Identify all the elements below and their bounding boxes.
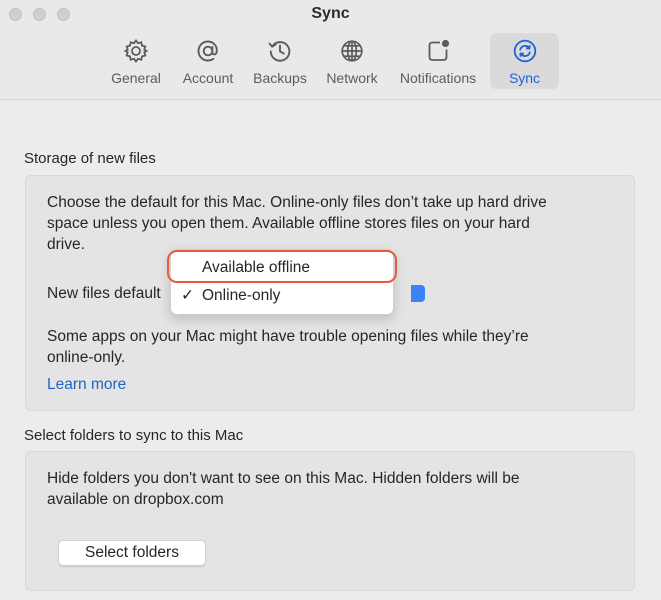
gear-icon xyxy=(123,38,149,64)
folders-description-line-1: Hide folders you don't want to see on th… xyxy=(47,470,520,487)
menu-item-label: Online-only xyxy=(202,287,281,304)
storage-description-line-1: Choose the default for this Mac. Online-… xyxy=(47,194,547,211)
storage-warning-line-1: Some apps on your Mac might have trouble… xyxy=(47,328,529,345)
tab-network[interactable]: Network xyxy=(320,33,384,89)
tab-general[interactable]: General xyxy=(104,33,168,89)
tab-label: Account xyxy=(182,70,234,86)
storage-section-title: Storage of new files xyxy=(24,150,156,167)
storage-description-line-2: space unless you open them. Available of… xyxy=(47,215,530,232)
checkmark-icon: ✓ xyxy=(181,287,194,304)
new-files-default-label: New files default xyxy=(47,285,161,302)
title-bar: Sync General Account Backups Network Not… xyxy=(0,0,661,100)
sync-icon xyxy=(513,39,536,63)
tab-backups[interactable]: Backups xyxy=(248,33,312,89)
tab-label: Sync xyxy=(508,70,541,86)
globe-icon xyxy=(341,40,363,62)
notification-badge-icon xyxy=(428,39,450,61)
tab-account[interactable]: Account xyxy=(176,33,240,89)
tab-sync[interactable]: Sync xyxy=(490,33,559,89)
at-sign-icon xyxy=(197,40,218,62)
tab-label: Network xyxy=(326,70,378,86)
tab-notifications[interactable]: Notifications xyxy=(392,33,484,89)
new-files-default-select[interactable] xyxy=(411,285,425,302)
tab-label: General xyxy=(111,70,161,86)
window-title: Sync xyxy=(311,5,350,22)
select-folders-button[interactable]: Select folders xyxy=(58,540,206,566)
tab-label: Backups xyxy=(253,70,307,86)
folders-description-line-2: available on dropbox.com xyxy=(47,491,224,508)
menu-item-label: Available offline xyxy=(202,259,311,276)
menu-item-online-only[interactable]: ✓ Online-only xyxy=(171,284,393,308)
new-files-default-menu: Available offline ✓ Online-only xyxy=(170,249,394,315)
storage-description-line-3: drive. xyxy=(47,236,85,253)
folders-panel: Hide folders you don't want to see on th… xyxy=(25,451,635,591)
learn-more-link[interactable]: Learn more xyxy=(47,374,126,395)
tab-label: Notifications xyxy=(399,70,477,86)
folders-section-title: Select folders to sync to this Mac xyxy=(24,427,244,444)
menu-item-available-offline[interactable]: Available offline xyxy=(171,256,393,280)
storage-warning-line-2: online-only. xyxy=(47,349,126,366)
preferences-window: Sync General Account Backups Network Not… xyxy=(0,0,661,600)
clock-history-icon xyxy=(268,41,291,62)
